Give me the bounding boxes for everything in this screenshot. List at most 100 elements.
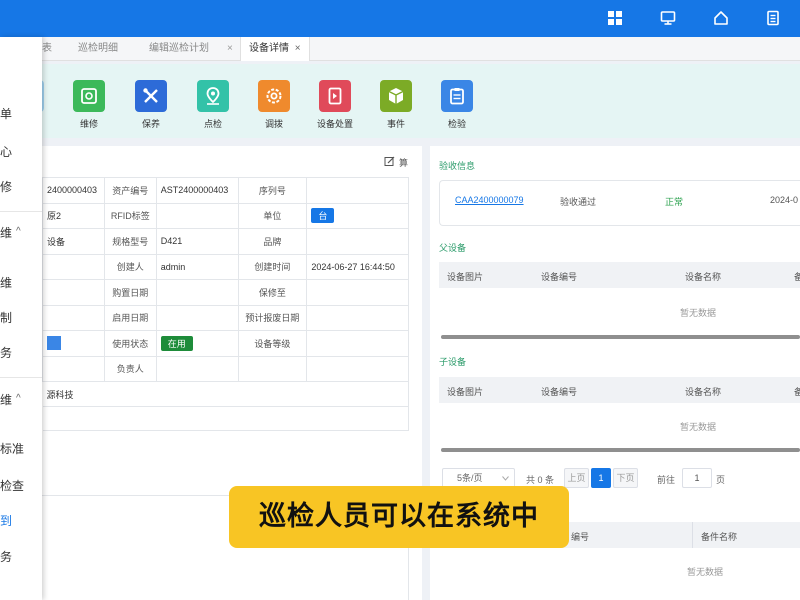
edit-label[interactable]: 算 bbox=[399, 156, 408, 169]
table-label: 购置日期 bbox=[103, 279, 157, 306]
page-1-button[interactable]: 1 bbox=[591, 468, 611, 488]
table-row: 购置日期 保修至 bbox=[42, 279, 409, 306]
company-cell: 源科技 bbox=[42, 381, 409, 407]
sidebar-item[interactable]: 标准 bbox=[0, 440, 24, 457]
table-cell: 在用 bbox=[155, 330, 239, 357]
tab-inspection-detail[interactable]: 巡检明细 bbox=[78, 37, 118, 61]
table-cell bbox=[155, 202, 239, 229]
table-row: 设备 规格型号 D421 品牌 bbox=[42, 228, 409, 255]
table-label: 单位 bbox=[237, 202, 308, 229]
acceptance-card: CAA2400000079 验收通过 正常 2024-0 bbox=[439, 180, 800, 226]
tools-icon bbox=[135, 80, 167, 112]
dispose-label: 设备处置 bbox=[316, 119, 353, 129]
sidebar-item[interactable]: 单 bbox=[0, 105, 12, 122]
table-label: 序列号 bbox=[237, 177, 308, 204]
page-size-select[interactable]: 5条/页 bbox=[442, 468, 515, 488]
table-cell: D421 bbox=[155, 228, 239, 255]
table-label: 保修至 bbox=[237, 279, 308, 306]
table-cell: admin bbox=[155, 253, 239, 280]
sidebar-group[interactable]: 维 bbox=[0, 391, 12, 408]
dispose-button[interactable]: 设备处置 bbox=[310, 80, 360, 130]
sidebar-item[interactable]: 心 bbox=[0, 143, 12, 160]
next-page-button[interactable]: 下页 bbox=[613, 468, 638, 488]
home-icon[interactable] bbox=[713, 10, 729, 26]
column-header: 设备编号 bbox=[541, 387, 578, 397]
acceptance-date: 2024-0 bbox=[770, 195, 799, 205]
tab-bar: 表 巡检明细 编辑巡检计划 × 设备详情 × bbox=[42, 37, 800, 61]
status-badge: 在用 bbox=[160, 335, 193, 351]
sidebar-item[interactable]: 制 bbox=[0, 309, 12, 326]
tab-partial[interactable]: 表 bbox=[42, 37, 52, 61]
horizontal-scrollbar[interactable] bbox=[441, 335, 800, 339]
table-cell: 2400000403 bbox=[42, 177, 105, 204]
acceptance-result: 验收通过 bbox=[560, 197, 597, 207]
parent-empty-text: 暂无数据 bbox=[680, 308, 717, 318]
sidebar-item-active[interactable]: 到 bbox=[0, 512, 12, 529]
sidebar-item[interactable]: 维 bbox=[0, 274, 12, 291]
goto-page-input[interactable]: 1 bbox=[682, 468, 712, 488]
cube-icon bbox=[380, 80, 412, 112]
top-bar bbox=[0, 0, 800, 37]
table-label: 预计报废日期 bbox=[237, 304, 308, 331]
close-icon[interactable]: × bbox=[227, 37, 233, 61]
sidebar-divider bbox=[0, 377, 42, 378]
device-info-table: 2400000403 资产编号 AST2400000403 序列号 原2 RFI… bbox=[42, 177, 409, 431]
column-header: 设备名称 bbox=[685, 272, 722, 282]
sidebar-item[interactable]: 务 bbox=[0, 548, 12, 565]
goto-label: 前往 bbox=[657, 475, 676, 485]
table-label: 资产编号 bbox=[103, 177, 157, 204]
prev-page-button[interactable]: 上页 bbox=[564, 468, 589, 488]
transfer-label: 调拨 bbox=[264, 119, 283, 129]
child-empty-text: 暂无数据 bbox=[680, 422, 717, 432]
grid-icon[interactable] bbox=[607, 10, 623, 26]
tab-edit-plan[interactable]: 编辑巡检计划 bbox=[149, 37, 209, 61]
table-label: 创建时间 bbox=[237, 253, 308, 280]
chevron-up-icon[interactable]: ^ bbox=[16, 393, 21, 404]
transfer-button[interactable]: 调拨 bbox=[249, 80, 299, 130]
acceptance-code-link[interactable]: CAA2400000079 bbox=[455, 195, 524, 205]
spot-check-button[interactable]: 点检 bbox=[188, 80, 238, 130]
table-cell: AST2400000403 bbox=[155, 177, 239, 204]
table-cell bbox=[42, 355, 105, 382]
event-button[interactable]: 事件 bbox=[371, 80, 421, 130]
table-cell bbox=[306, 304, 409, 331]
column-header: 设备图片 bbox=[447, 272, 484, 282]
child-device-title: 子设备 bbox=[439, 357, 467, 367]
table-row: 负责人 bbox=[42, 355, 409, 382]
table-label: 品牌 bbox=[237, 228, 308, 255]
sidebar-group[interactable]: 维 bbox=[0, 224, 12, 241]
table-cell bbox=[306, 279, 409, 306]
table-cell bbox=[42, 304, 105, 331]
sidebar-divider bbox=[0, 211, 42, 212]
monitor-icon[interactable] bbox=[660, 10, 676, 26]
horizontal-scrollbar[interactable] bbox=[441, 448, 800, 452]
table-cell bbox=[306, 355, 409, 382]
table-cell: 2024-06-27 16:44:50 bbox=[306, 253, 409, 280]
parent-device-title: 父设备 bbox=[439, 243, 467, 253]
close-icon[interactable]: × bbox=[295, 43, 301, 54]
sidebar-item[interactable]: 务 bbox=[0, 344, 12, 361]
chevron-up-icon[interactable]: ^ bbox=[16, 226, 21, 237]
sidebar-item[interactable]: 检查 bbox=[0, 477, 24, 494]
table-label: 创建人 bbox=[103, 253, 157, 280]
inspect-button[interactable]: 检验 bbox=[432, 80, 482, 130]
spot-check-label: 点检 bbox=[203, 119, 222, 129]
edit-icon[interactable] bbox=[384, 156, 395, 167]
page-size-value: 5条/页 bbox=[457, 473, 483, 483]
spare-parts-empty-text: 暂无数据 bbox=[687, 567, 724, 577]
partial-badge bbox=[47, 336, 61, 351]
sidebar-item[interactable]: 修 bbox=[0, 178, 12, 195]
repair-icon bbox=[73, 80, 105, 112]
table-cell bbox=[42, 279, 105, 306]
table-label: 负责人 bbox=[103, 355, 157, 382]
repair-button[interactable]: 维修 bbox=[64, 80, 114, 130]
location-pin-icon bbox=[197, 80, 229, 112]
table-cell bbox=[155, 279, 239, 306]
document-icon[interactable] bbox=[765, 10, 781, 26]
acceptance-status: 正常 bbox=[665, 197, 684, 207]
tab-device-detail[interactable]: 设备详情 × bbox=[240, 37, 310, 61]
column-header: 备 bbox=[794, 387, 800, 397]
repair-label: 维修 bbox=[79, 119, 98, 129]
action-toolbar: 维修 保养 点检 调拨 设备处置 事件 检验 bbox=[36, 64, 800, 138]
maintain-button[interactable]: 保养 bbox=[126, 80, 176, 130]
